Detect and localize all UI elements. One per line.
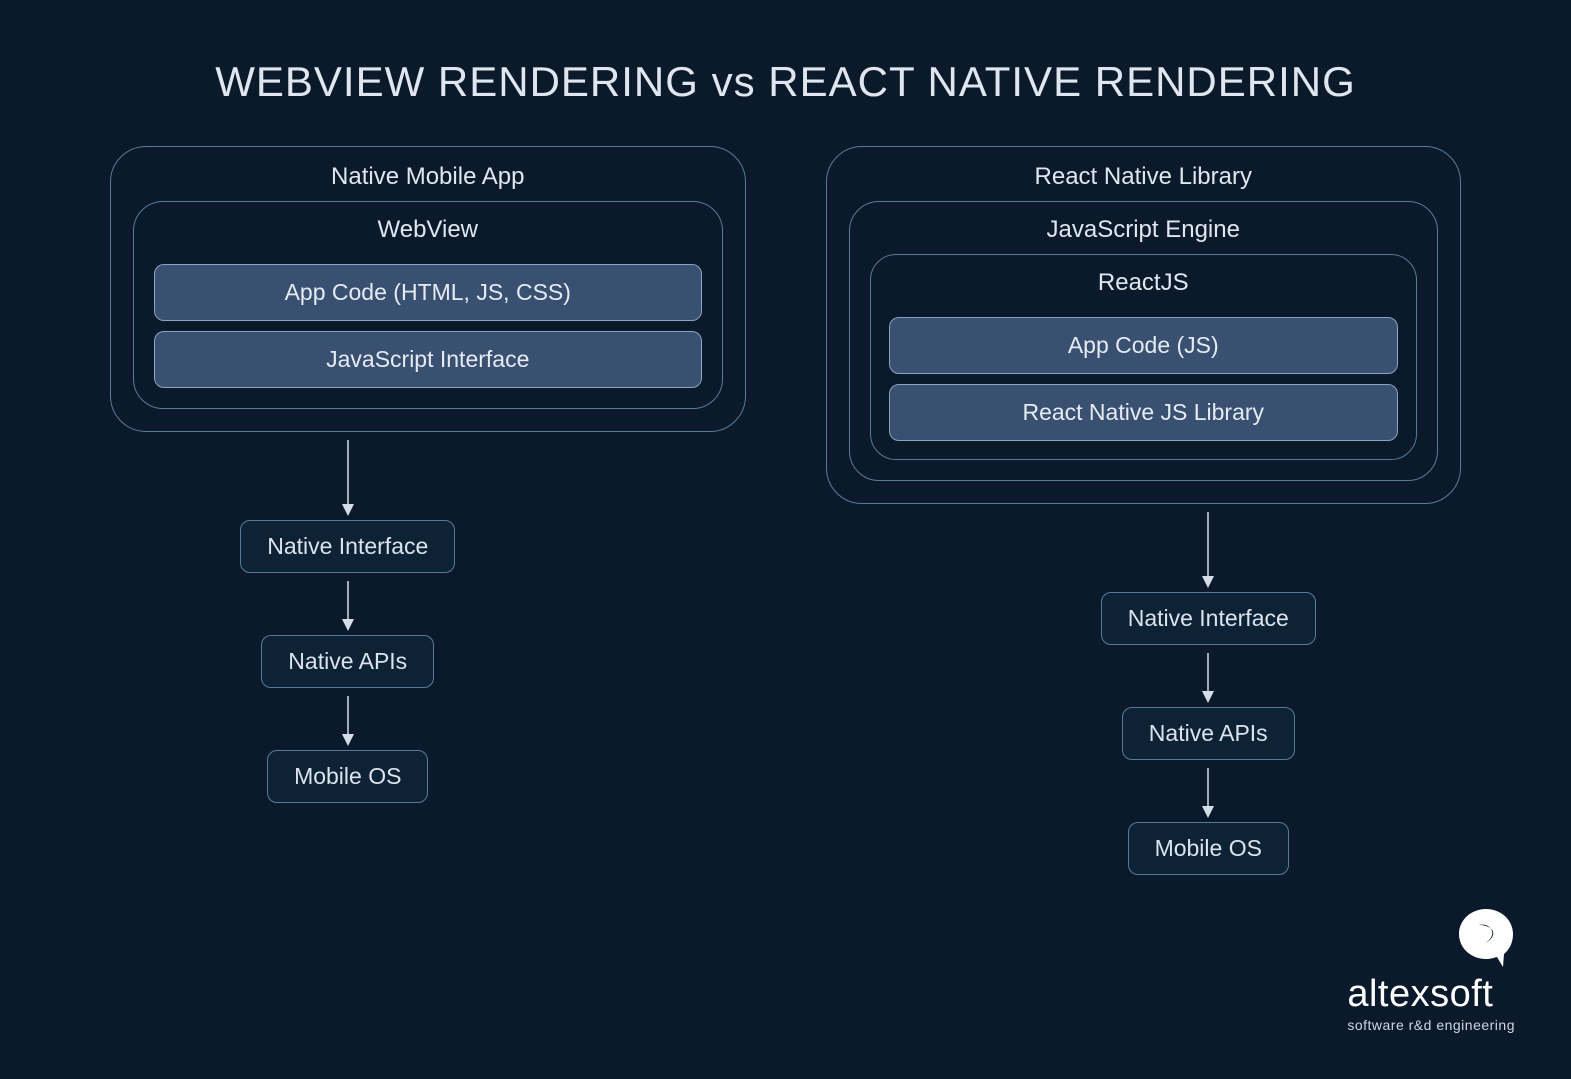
arrow-icon bbox=[347, 696, 349, 742]
logo-tagline: software r&d engineering bbox=[1347, 1017, 1515, 1033]
left-mid-label: WebView bbox=[154, 212, 702, 254]
arrow-icon bbox=[347, 581, 349, 627]
arrow-icon bbox=[347, 440, 349, 512]
right-block-appcode: App Code (JS) bbox=[889, 317, 1399, 374]
brand-logo: altexsoft software r&d engineering bbox=[1347, 907, 1515, 1033]
left-flow-chain: Native Interface Native APIs Mobile OS bbox=[30, 432, 666, 803]
right-inner-label: ReactJS bbox=[889, 265, 1399, 307]
right-mid-label: JavaScript Engine bbox=[870, 212, 1418, 254]
left-flow-native-apis: Native APIs bbox=[261, 635, 434, 688]
left-column: Native Mobile App WebView App Code (HTML… bbox=[110, 146, 746, 875]
left-mid-container: WebView App Code (HTML, JS, CSS) JavaScr… bbox=[133, 201, 723, 409]
diagram-body: Native Mobile App WebView App Code (HTML… bbox=[0, 106, 1571, 875]
right-outer-container: React Native Library JavaScript Engine R… bbox=[826, 146, 1462, 504]
left-flow-native-interface: Native Interface bbox=[240, 520, 455, 573]
right-inner-container: ReactJS App Code (JS) React Native JS Li… bbox=[870, 254, 1418, 460]
left-outer-container: Native Mobile App WebView App Code (HTML… bbox=[110, 146, 746, 432]
right-outer-label: React Native Library bbox=[849, 159, 1439, 201]
arrow-icon bbox=[1207, 768, 1209, 814]
arrow-icon bbox=[1207, 512, 1209, 584]
diagram-title: WEBVIEW RENDERING vs REACT NATIVE RENDER… bbox=[0, 0, 1571, 106]
left-block-jsinterface: JavaScript Interface bbox=[154, 331, 702, 388]
left-block-appcode: App Code (HTML, JS, CSS) bbox=[154, 264, 702, 321]
logo-name: altexsoft bbox=[1347, 975, 1515, 1013]
left-flow-mobile-os: Mobile OS bbox=[267, 750, 428, 803]
logo-mark-icon bbox=[1347, 907, 1515, 969]
right-block-rn-library: React Native JS Library bbox=[889, 384, 1399, 441]
arrow-icon bbox=[1207, 653, 1209, 699]
right-mid-container: JavaScript Engine ReactJS App Code (JS) … bbox=[849, 201, 1439, 481]
right-flow-chain: Native Interface Native APIs Mobile OS bbox=[891, 504, 1527, 875]
right-column: React Native Library JavaScript Engine R… bbox=[826, 146, 1462, 875]
right-flow-native-apis: Native APIs bbox=[1122, 707, 1295, 760]
right-flow-native-interface: Native Interface bbox=[1101, 592, 1316, 645]
right-flow-mobile-os: Mobile OS bbox=[1128, 822, 1289, 875]
left-outer-label: Native Mobile App bbox=[133, 159, 723, 201]
